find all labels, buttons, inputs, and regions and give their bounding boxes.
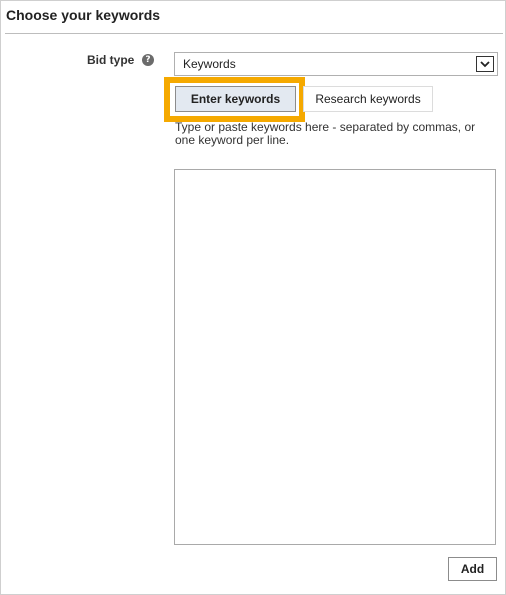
add-button[interactable]: Add: [448, 557, 497, 581]
chevron-down-icon[interactable]: [476, 56, 494, 72]
bid-type-selected-value: Keywords: [183, 57, 236, 71]
title-divider: [5, 33, 503, 34]
keywords-instructions: Type or paste keywords here - separated …: [175, 120, 476, 147]
keywords-textarea[interactable]: [174, 169, 496, 545]
bid-type-select[interactable]: Keywords: [174, 52, 498, 76]
bid-type-label: Bid type: [87, 53, 135, 67]
research-keywords-tab[interactable]: Research keywords: [303, 86, 433, 112]
enter-keywords-tab[interactable]: Enter keywords: [175, 86, 296, 112]
panel-title: Choose your keywords: [6, 7, 161, 23]
help-icon[interactable]: ?: [142, 54, 154, 66]
